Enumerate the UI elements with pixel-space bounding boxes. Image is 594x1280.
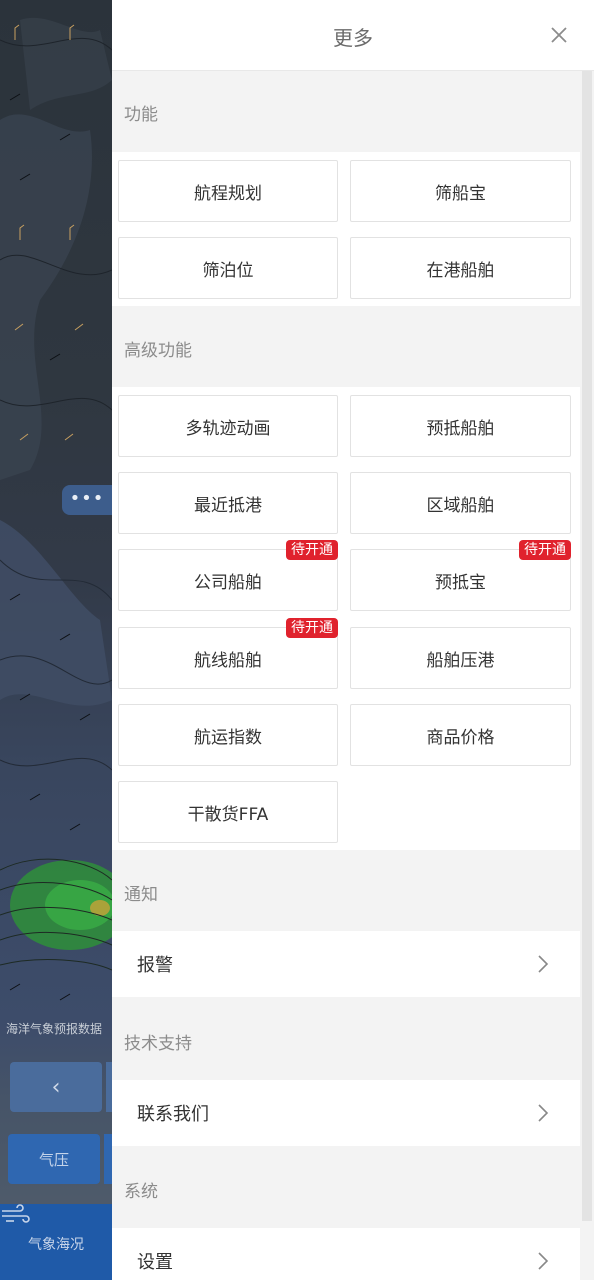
section-title-advanced: 高级功能 bbox=[124, 341, 192, 361]
chevron-right-icon bbox=[538, 1104, 549, 1122]
settings-label: 设置 bbox=[137, 1252, 173, 1273]
alarm-row[interactable]: 报警 bbox=[112, 931, 580, 997]
ship-filter-button[interactable]: 筛船宝 bbox=[350, 160, 571, 222]
wind-icon bbox=[2, 1204, 30, 1223]
arrival-treasure-button[interactable]: 预抵宝 待开通 bbox=[350, 540, 571, 611]
weather-map[interactable]: ••• 海洋气象预报数据 ‹ 气压 气象海况 bbox=[0, 0, 112, 1280]
tab-weather-sea[interactable]: 气象海况 bbox=[0, 1204, 112, 1280]
section-title-system: 系统 bbox=[124, 1182, 158, 1202]
chevron-right-icon bbox=[538, 1252, 549, 1270]
multi-track-animation-button[interactable]: 多轨迹动画 bbox=[118, 395, 338, 457]
contact-us-label: 联系我们 bbox=[137, 1104, 209, 1125]
port-congestion-button[interactable]: 船舶压港 bbox=[350, 627, 571, 689]
settings-row[interactable]: 设置 bbox=[112, 1228, 580, 1280]
tab-label: 气象海况 bbox=[28, 1237, 84, 1253]
map-more-button[interactable]: ••• bbox=[62, 485, 112, 515]
pressure-layer-button[interactable]: 气压 bbox=[8, 1134, 100, 1184]
chevron-left-icon: ‹ bbox=[51, 1074, 61, 1100]
features-grid: 航程规划 筛船宝 筛泊位 在港船舶 bbox=[112, 152, 580, 306]
contact-us-row[interactable]: 联系我们 bbox=[112, 1080, 580, 1146]
pending-activation-badge: 待开通 bbox=[286, 540, 338, 560]
pending-activation-badge: 待开通 bbox=[286, 618, 338, 638]
forecast-data-caption: 海洋气象预报数据 bbox=[6, 1022, 103, 1036]
scrollbar[interactable] bbox=[582, 71, 592, 1221]
dry-bulk-ffa-button[interactable]: 干散货FFA bbox=[118, 781, 338, 843]
expected-arrival-ships-button[interactable]: 预抵船舶 bbox=[350, 395, 571, 457]
route-ships-button[interactable]: 航线船舶 待开通 bbox=[118, 618, 338, 689]
chevron-right-icon bbox=[538, 955, 549, 973]
close-icon[interactable] bbox=[550, 26, 568, 44]
drawer-title: 更多 bbox=[333, 26, 373, 50]
voyage-planning-button[interactable]: 航程规划 bbox=[118, 160, 338, 222]
company-ships-button[interactable]: 公司船舶 待开通 bbox=[118, 540, 338, 611]
recent-arrivals-button[interactable]: 最近抵港 bbox=[118, 472, 338, 534]
previous-button[interactable]: ‹ bbox=[10, 1062, 102, 1112]
ships-in-port-button[interactable]: 在港船舶 bbox=[350, 237, 571, 299]
drawer-header: 更多 bbox=[112, 0, 594, 71]
shipping-index-button[interactable]: 航运指数 bbox=[118, 704, 338, 766]
section-title-notice: 通知 bbox=[124, 885, 158, 905]
layer-button-partial[interactable] bbox=[104, 1134, 112, 1184]
berth-filter-button[interactable]: 筛泊位 bbox=[118, 237, 338, 299]
pending-activation-badge: 待开通 bbox=[519, 540, 571, 560]
section-title-support: 技术支持 bbox=[124, 1034, 192, 1054]
commodity-price-button[interactable]: 商品价格 bbox=[350, 704, 571, 766]
more-drawer: 更多 功能 航程规划 筛船宝 筛泊位 在港船舶 高级功能 多轨迹动画 预抵船舶 … bbox=[112, 0, 594, 1280]
area-ships-button[interactable]: 区域船舶 bbox=[350, 472, 571, 534]
advanced-grid: 多轨迹动画 预抵船舶 最近抵港 区域船舶 公司船舶 待开通 预抵宝 待开通 航线… bbox=[112, 387, 580, 850]
section-title-features: 功能 bbox=[124, 105, 158, 125]
alarm-label: 报警 bbox=[137, 955, 173, 976]
